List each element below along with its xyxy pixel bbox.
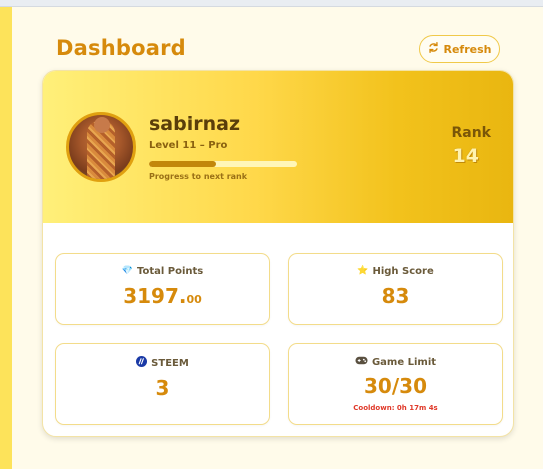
username: sabirnaz bbox=[149, 113, 241, 135]
stat-value: 3 bbox=[155, 376, 170, 400]
refresh-label: Refresh bbox=[443, 42, 492, 56]
stat-label: Total Points bbox=[136, 266, 204, 277]
cooldown-timer: Cooldown: 0h 17m 4s bbox=[353, 404, 438, 412]
stat-label: Game Limit bbox=[371, 356, 437, 368]
stat-steem: STEEM 3 bbox=[55, 343, 270, 425]
left-accent-bar bbox=[0, 7, 12, 469]
stat-value: 3197.00 bbox=[123, 284, 202, 308]
refresh-button[interactable]: Refresh bbox=[419, 35, 500, 63]
stat-total-points: 💎 Total Points 3197.00 bbox=[55, 253, 270, 325]
level-label: Level 11 – Pro bbox=[149, 140, 228, 151]
rank-value: 14 bbox=[452, 145, 479, 167]
gamepad-icon bbox=[355, 356, 368, 368]
browser-top-strip bbox=[0, 0, 543, 7]
profile-card: sabirnaz Level 11 – Pro Progress to next… bbox=[42, 70, 514, 437]
steem-icon bbox=[136, 356, 148, 370]
rank-progress-fill bbox=[149, 161, 216, 167]
stat-game-limit: Game Limit 30/30 Cooldown: 0h 17m 4s bbox=[288, 343, 503, 425]
profile-banner: sabirnaz Level 11 – Pro Progress to next… bbox=[43, 71, 513, 223]
refresh-icon bbox=[428, 42, 439, 56]
stat-label: High Score bbox=[372, 266, 434, 277]
stat-value: 30/30 bbox=[364, 374, 427, 398]
page-title: Dashboard bbox=[56, 36, 186, 60]
stat-value: 83 bbox=[381, 284, 410, 308]
avatar[interactable] bbox=[66, 112, 136, 182]
star-icon: ⭐ bbox=[357, 266, 369, 276]
progress-label: Progress to next rank bbox=[149, 172, 248, 181]
gem-icon: 💎 bbox=[121, 266, 133, 276]
rank-progress-bar bbox=[149, 161, 297, 167]
stat-label: STEEM bbox=[151, 357, 189, 369]
rank-label: Rank bbox=[451, 125, 491, 141]
stat-high-score: ⭐ High Score 83 bbox=[288, 253, 503, 325]
